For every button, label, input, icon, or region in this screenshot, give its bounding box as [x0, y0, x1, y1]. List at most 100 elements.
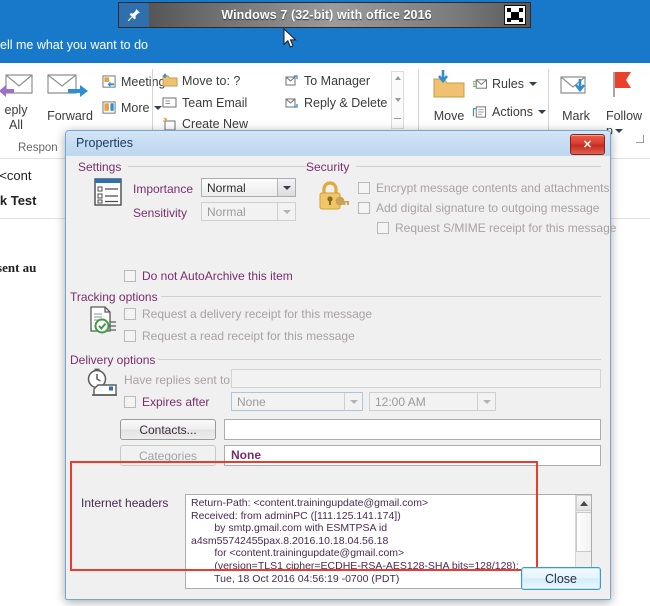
ribbon-divider [548, 69, 549, 133]
quick-step-team-email[interactable]: Team Email [162, 95, 247, 110]
quick-step-label: Reply & Delete [304, 96, 387, 110]
tell-me-box[interactable]: ell me what you want to do [0, 38, 148, 52]
rules-icon [472, 77, 488, 91]
desktop-background: Windows 7 (32-bit) with office 2016 ell … [0, 0, 650, 606]
smime-receipt-checkbox[interactable] [377, 222, 389, 234]
ribbon-rules-button[interactable]: Rules [472, 77, 537, 91]
contacts-button[interactable]: Contacts... [120, 419, 216, 440]
contacts-value [225, 420, 600, 422]
expires-date-select[interactable]: None [231, 392, 363, 411]
dialog-body: Settings Importance Normal Sensitivity N… [66, 156, 610, 599]
reply-all-label-line1: eply [0, 103, 36, 117]
internet-headers-text: Return-Path: <content.trainingupdate@gma… [191, 497, 571, 585]
have-replies-sent-to-value [232, 370, 600, 372]
scroll-up-arrow-icon[interactable] [395, 76, 401, 80]
categories-button[interactable]: Categories [120, 445, 216, 466]
to-manager-icon [284, 73, 300, 88]
tracking-group-rule [161, 296, 601, 297]
delivery-group-rule [158, 359, 601, 360]
importance-select[interactable]: Normal [201, 178, 296, 197]
reply-delete-icon [284, 95, 300, 110]
sensitivity-value: Normal [202, 205, 277, 219]
rules-label: Rules [492, 77, 524, 91]
categories-input[interactable]: None [224, 445, 601, 466]
security-group-title: Security [306, 160, 349, 174]
quick-step-create-new[interactable]: Create New [162, 117, 248, 131]
quick-step-move-to[interactable]: Move to: ? [162, 73, 240, 88]
dialog-launcher-icon[interactable] [636, 135, 644, 143]
expires-after-label: Expires after [142, 395, 209, 409]
move-label: Move [428, 109, 470, 123]
have-replies-sent-to-label: Have replies sent to [124, 373, 230, 387]
follow-up-flag-icon [609, 69, 637, 101]
mark-unread-icon [558, 71, 594, 103]
settings-group-title: Settings [78, 160, 121, 174]
expires-date-chevron-down-icon[interactable] [344, 393, 362, 410]
message-from-line: ok <cont [0, 168, 32, 183]
categories-value: None [225, 446, 600, 462]
restore-icon[interactable] [504, 5, 526, 25]
close-icon[interactable]: ✕ [570, 134, 605, 155]
vm-window-title-bar[interactable]: Windows 7 (32-bit) with office 2016 [118, 2, 531, 28]
settings-group-rule [128, 166, 308, 167]
reply-all-label-line2: All [0, 118, 36, 132]
quick-steps-scrollbar[interactable] [391, 71, 404, 129]
scroll-up-arrow-icon[interactable] [576, 495, 592, 511]
smime-receipt-label: Request S/MIME receipt for this message [395, 221, 616, 235]
properties-dialog: Properties ✕ Settings Importance Normal … [65, 130, 611, 600]
have-replies-sent-to-input[interactable] [231, 369, 601, 388]
close-button[interactable]: Close [521, 567, 601, 590]
create-new-icon [162, 117, 178, 131]
mouse-cursor [283, 28, 299, 50]
ribbon-reply-all-button[interactable]: eply All [0, 63, 38, 141]
meeting-icon [102, 75, 117, 89]
quick-step-label: To Manager [304, 74, 370, 88]
reply-all-icon [0, 69, 34, 103]
quick-step-label: Move to: ? [182, 74, 240, 88]
sensitivity-chevron-down-icon[interactable] [277, 203, 295, 220]
quick-steps-more-icon[interactable] [394, 118, 401, 119]
expires-after-checkbox[interactable] [124, 396, 136, 408]
dialog-title: Properties [76, 136, 133, 150]
internet-headers-label: Internet headers [81, 496, 168, 510]
expires-time-chevron-down-icon[interactable] [477, 393, 495, 410]
encrypt-checkbox[interactable] [358, 182, 370, 194]
digital-signature-checkbox[interactable] [358, 202, 370, 214]
importance-chevron-down-icon[interactable] [277, 179, 295, 196]
expires-time-select[interactable]: 12:00 AM [369, 392, 496, 411]
follow-label: Follow [600, 109, 648, 123]
scrollbar-thumb[interactable] [576, 512, 592, 552]
forward-label: Forward [44, 109, 96, 123]
follow-up-chevron-down-icon[interactable] [615, 129, 623, 133]
sensitivity-select[interactable]: Normal [201, 202, 296, 221]
do-not-autoarchive-checkbox[interactable] [124, 270, 136, 282]
scroll-down-arrow-icon[interactable] [395, 98, 401, 102]
contacts-input[interactable] [224, 419, 601, 440]
delivery-receipt-checkbox[interactable] [124, 308, 136, 320]
encrypt-label: Encrypt message contents and attachments [376, 181, 609, 195]
actions-chevron-down-icon[interactable] [538, 110, 546, 114]
forward-icon [46, 69, 92, 103]
ribbon-actions-button[interactable]: Actions [472, 105, 546, 119]
delivery-group-title: Delivery options [70, 353, 155, 367]
importance-label: Importance [133, 182, 193, 196]
do-not-autoarchive-label: Do not AutoArchive this item [142, 269, 293, 283]
quick-step-reply-delete[interactable]: Reply & Delete [284, 95, 387, 110]
ribbon-meeting-button[interactable]: Meeting [102, 75, 165, 89]
ribbon-more-button[interactable]: More [102, 101, 162, 115]
settings-list-icon [94, 178, 124, 208]
pin-icon[interactable] [119, 3, 149, 27]
meeting-label: Meeting [121, 75, 165, 89]
quick-step-to-manager[interactable]: To Manager [284, 73, 370, 88]
expires-date-value: None [232, 395, 344, 409]
tracking-group-title: Tracking options [70, 290, 158, 304]
rules-chevron-down-icon[interactable] [529, 82, 537, 86]
ribbon-divider [418, 69, 419, 133]
dialog-title-bar[interactable]: Properties ✕ [66, 131, 610, 157]
vm-title-text: Windows 7 (32-bit) with office 2016 [149, 8, 504, 22]
importance-value: Normal [202, 181, 277, 195]
expires-time-value: 12:00 AM [370, 395, 477, 409]
document-check-icon [88, 306, 118, 336]
read-receipt-label: Request a read receipt for this message [142, 329, 355, 343]
read-receipt-checkbox[interactable] [124, 330, 136, 342]
